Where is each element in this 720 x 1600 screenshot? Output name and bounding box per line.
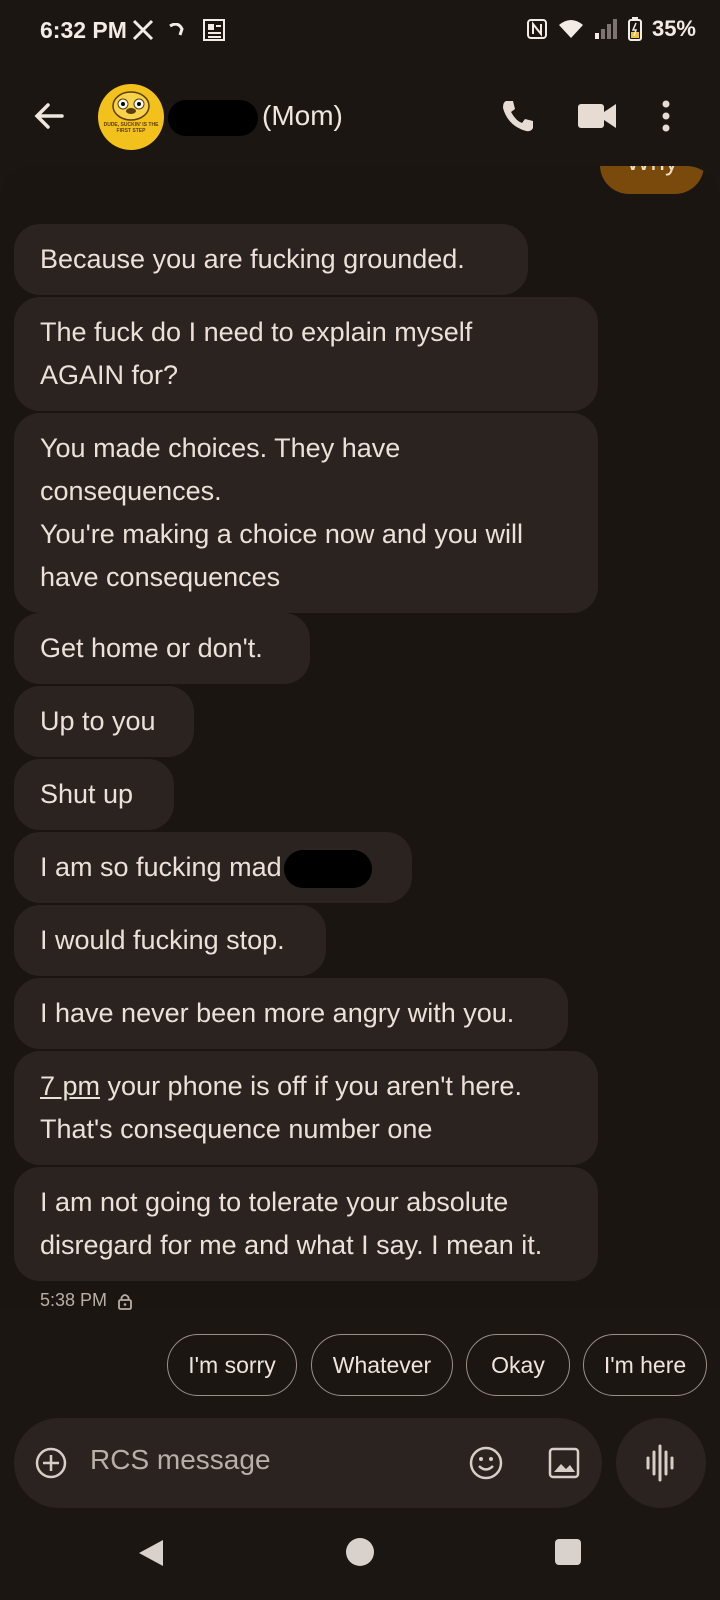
system-icons: 35% — [526, 16, 696, 42]
battery-charging-icon — [627, 17, 642, 41]
nav-recents-icon[interactable] — [555, 1539, 581, 1565]
message-text: I am so fucking mad — [40, 852, 282, 882]
received-message[interactable]: I would fucking stop. — [14, 905, 326, 976]
received-message[interactable]: Get home or don't. — [14, 613, 310, 684]
status-time: 6:32 PM — [40, 17, 127, 43]
suggestion-chip[interactable]: Okay — [466, 1334, 570, 1396]
back-button[interactable] — [30, 96, 70, 136]
audio-waveform-icon — [646, 1444, 674, 1482]
suggestion-chip[interactable]: I'm sorry — [167, 1334, 297, 1396]
received-message[interactable]: 7 pm your phone is off if you aren't her… — [14, 1051, 598, 1165]
status-bar: 6:32 PM 35% — [0, 0, 720, 64]
message-input[interactable]: RCS message — [90, 1444, 271, 1476]
more-vert-icon — [662, 100, 670, 132]
received-message[interactable]: Shut up — [14, 759, 174, 830]
conversation-header: DUDE, SUCKIN' IS THE FIRST STEP (Mom) — [0, 72, 720, 162]
notification-icons — [132, 18, 226, 42]
emoji-button[interactable] — [468, 1445, 504, 1481]
received-message[interactable]: I am so fucking mad — [14, 832, 412, 903]
avatar-caption: DUDE, SUCKIN' IS THE FIRST STEP — [103, 122, 159, 134]
signal-icon — [594, 19, 617, 39]
phone-icon — [503, 101, 533, 132]
gallery-button[interactable] — [546, 1445, 582, 1481]
time-link[interactable]: 7 pm — [40, 1071, 100, 1101]
back-arrow-icon — [34, 103, 64, 129]
contact-name[interactable]: (Mom) — [262, 100, 343, 132]
voice-message-button[interactable] — [616, 1418, 706, 1508]
message-timestamp: 5:38 PM — [40, 1290, 108, 1310]
dog-face-icon — [112, 91, 150, 121]
sent-message-partial[interactable]: Why — [600, 166, 704, 194]
message-thread[interactable]: Why Because you are fucking grounded. Th… — [0, 166, 720, 1310]
emoji-icon — [469, 1446, 503, 1480]
nfc-icon — [526, 19, 547, 39]
received-message[interactable]: Because you are fucking grounded. — [14, 224, 528, 295]
wifi-icon — [558, 20, 583, 38]
message-meta: 5:38 PM — [40, 1290, 133, 1310]
lock-icon — [118, 1293, 132, 1310]
nav-back-icon[interactable] — [136, 1538, 166, 1568]
battery-percent: 35% — [651, 16, 696, 41]
call-button[interactable] — [498, 96, 538, 136]
news-icon — [203, 19, 225, 41]
message-text: your phone is off if you aren't here. Th… — [40, 1071, 522, 1144]
suggestion-chip[interactable]: I'm here — [583, 1334, 707, 1396]
received-message[interactable]: Up to you — [14, 686, 194, 757]
redacted-word — [283, 849, 372, 888]
x-logo-icon — [132, 19, 154, 41]
image-icon — [548, 1447, 580, 1479]
redacted-name — [168, 100, 258, 136]
attach-button[interactable] — [34, 1446, 68, 1480]
contact-avatar[interactable]: DUDE, SUCKIN' IS THE FIRST STEP — [98, 84, 164, 150]
nav-home-icon[interactable] — [346, 1538, 374, 1566]
more-options-button[interactable] — [656, 96, 676, 136]
smart-reply-suggestions: I'm sorry Whatever Okay I'm here — [0, 1334, 720, 1398]
received-message[interactable]: The fuck do I need to explain myself AGA… — [14, 297, 598, 411]
received-message[interactable]: I have never been more angry with you. — [14, 978, 568, 1049]
system-navigation-bar — [0, 1530, 720, 1600]
add-circle-icon — [35, 1447, 67, 1479]
video-icon — [578, 104, 616, 128]
suggestion-chip[interactable]: Whatever — [311, 1334, 453, 1396]
video-call-button[interactable] — [576, 98, 618, 134]
received-message[interactable]: You made choices. They have consequences… — [14, 413, 598, 613]
received-message[interactable]: I am not going to tolerate your absolute… — [14, 1167, 598, 1281]
cast-icon — [169, 23, 184, 36]
message-composer[interactable]: RCS message — [14, 1418, 602, 1508]
